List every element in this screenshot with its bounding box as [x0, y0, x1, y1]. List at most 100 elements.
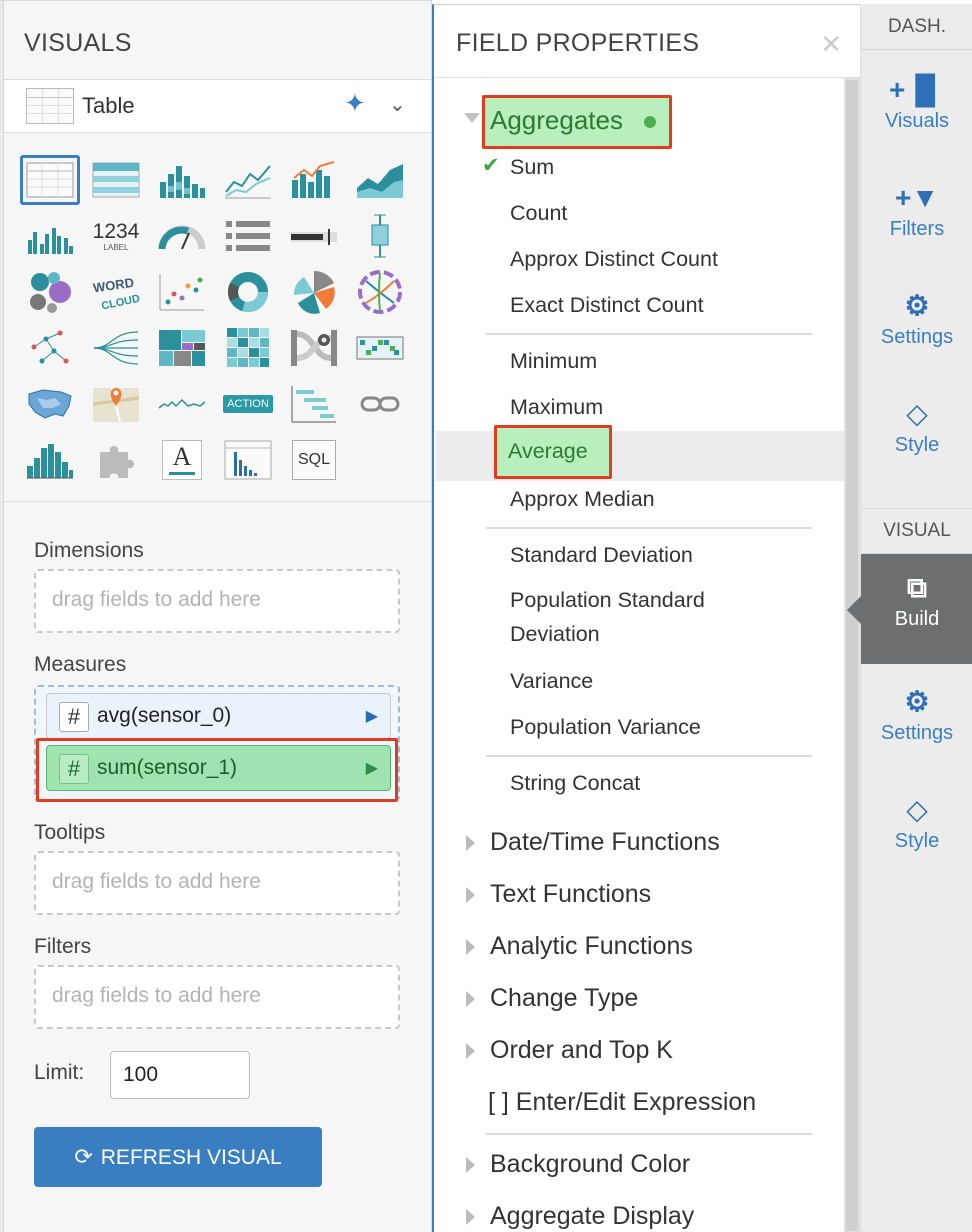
- combo-bar-line-icon[interactable]: [284, 155, 344, 205]
- aggregate-standard-deviation[interactable]: Standard Deviation: [510, 543, 693, 568]
- dimensions-dropzone[interactable]: drag fields to add here: [34, 569, 400, 633]
- extension-puzzle-icon[interactable]: [86, 435, 146, 485]
- aggregate-variance[interactable]: Variance: [510, 669, 593, 694]
- scatter-icon[interactable]: [152, 267, 212, 317]
- category-datetime-functions[interactable]: Date/Time Functions: [490, 828, 720, 857]
- list-icon[interactable]: [218, 211, 278, 261]
- category-change-type[interactable]: Change Type: [490, 984, 638, 1013]
- caret-right-icon[interactable]: [466, 1043, 475, 1059]
- boxplot-icon[interactable]: [350, 211, 410, 261]
- dendrogram-icon[interactable]: [86, 323, 146, 373]
- right-rail: DASH. +▐▌ Visuals +▼ Filters ⚙ Settings …: [847, 4, 972, 1232]
- close-icon[interactable]: ✕: [820, 29, 842, 60]
- aggregate-population-standard-deviation[interactable]: Population Standard Deviation: [510, 583, 770, 651]
- interactive-map-icon[interactable]: [86, 379, 146, 429]
- active-notch: [847, 596, 861, 624]
- table-histogram-icon[interactable]: [218, 435, 278, 485]
- visual-header: VISUAL: [861, 508, 972, 554]
- annotation-highlight-aggregates: [482, 95, 672, 149]
- checkmark-icon: ✔: [482, 154, 500, 177]
- refresh-visual-label: REFRESH VISUAL: [100, 1146, 282, 1169]
- donut-icon[interactable]: [218, 267, 278, 317]
- enter-edit-expression[interactable]: [ ] Enter/Edit Expression: [488, 1088, 756, 1117]
- map-icon[interactable]: [20, 379, 80, 429]
- table-visual-icon[interactable]: [20, 155, 80, 205]
- rich-text-icon[interactable]: A: [152, 435, 212, 485]
- tooltips-dropzone[interactable]: drag fields to add here: [34, 851, 400, 915]
- visual-type-selector[interactable]: Table ✦ ⌄: [4, 79, 431, 133]
- visuals-title: VISUALS: [24, 29, 132, 57]
- aggregate-count[interactable]: Count: [510, 201, 567, 226]
- rail-label: Visuals: [884, 110, 950, 132]
- area-chart-icon[interactable]: [350, 155, 410, 205]
- category-analytic-functions[interactable]: Analytic Functions: [490, 932, 693, 961]
- network-icon[interactable]: [20, 323, 80, 373]
- caret-right-icon[interactable]: [466, 991, 475, 1007]
- category-aggregate-display[interactable]: Aggregate Display: [490, 1202, 694, 1231]
- category-order-and-top-k[interactable]: Order and Top K: [490, 1036, 673, 1065]
- packed-bubbles-icon[interactable]: [20, 267, 80, 317]
- category-text-functions[interactable]: Text Functions: [490, 880, 651, 909]
- kpi-icon[interactable]: 1234 LABEL: [86, 211, 146, 261]
- divider: [486, 1133, 812, 1135]
- aggregate-exact-distinct-count[interactable]: Exact Distinct Count: [510, 293, 704, 318]
- aggregate-sum[interactable]: Sum: [510, 155, 554, 180]
- rich-text-icon-letter: A: [172, 442, 192, 471]
- aggregate-approx-distinct-count[interactable]: Approx Distinct Count: [510, 247, 718, 272]
- scrollbar-thumb[interactable]: [846, 80, 858, 1231]
- sankey-icon[interactable]: [284, 323, 344, 373]
- table-icon: [26, 88, 74, 124]
- kpi-icon-label: LABEL: [103, 242, 129, 252]
- calendar-heatmap-icon[interactable]: [350, 323, 410, 373]
- expand-arrow-icon[interactable]: ▶: [366, 706, 378, 726]
- gauge-icon[interactable]: [152, 211, 212, 261]
- sparkle-icon[interactable]: ✦: [344, 88, 366, 119]
- action-icon[interactable]: ACTION: [218, 379, 278, 429]
- rail-dash-visuals[interactable]: +▐▌ Visuals: [861, 66, 972, 166]
- limit-input[interactable]: 100: [110, 1051, 250, 1099]
- sql-icon[interactable]: SQL: [284, 435, 344, 485]
- cross-tab-icon[interactable]: [86, 155, 146, 205]
- rail-dash-style[interactable]: ◇ Style: [861, 390, 972, 490]
- aggregate-maximum[interactable]: Maximum: [510, 395, 603, 420]
- aggregate-string-concat[interactable]: String Concat: [510, 771, 640, 796]
- chevron-down-icon[interactable]: ⌄: [389, 92, 406, 117]
- gears-icon: ⚙: [904, 686, 930, 717]
- rail-visual-style[interactable]: ◇ Style: [861, 786, 972, 886]
- caret-right-icon[interactable]: [466, 835, 475, 851]
- cubes-icon: ⧉: [907, 572, 927, 603]
- line-chart-icon[interactable]: [218, 155, 278, 205]
- refresh-visual-button[interactable]: ⟳ REFRESH VISUAL: [34, 1127, 322, 1187]
- rail-visual-build[interactable]: ⧉ Build: [847, 554, 972, 664]
- caret-down-icon[interactable]: [464, 113, 480, 123]
- caret-right-icon[interactable]: [466, 1209, 475, 1225]
- caret-right-icon[interactable]: [466, 887, 475, 903]
- aggregate-approx-median[interactable]: Approx Median: [510, 487, 655, 512]
- rail-dash-settings[interactable]: ⚙ Settings: [861, 282, 972, 382]
- stacked-bar-icon[interactable]: [152, 155, 212, 205]
- rail-dash-filters[interactable]: +▼ Filters: [861, 174, 972, 274]
- measure-name: avg(sensor_0): [97, 704, 232, 727]
- link-icon[interactable]: [350, 379, 410, 429]
- category-background-color[interactable]: Background Color: [490, 1150, 690, 1179]
- aggregate-population-variance[interactable]: Population Variance: [510, 715, 701, 740]
- timeline-icon[interactable]: [284, 379, 344, 429]
- measure-pill-avg-sensor-0[interactable]: # avg(sensor_0) ▶: [46, 693, 391, 739]
- heatmap-icon[interactable]: [218, 323, 278, 373]
- grouped-bar-icon[interactable]: [20, 211, 80, 261]
- sparkline-icon[interactable]: [152, 379, 212, 429]
- chord-icon[interactable]: [350, 267, 410, 317]
- word-cloud-icon[interactable]: WORD CLOUD: [86, 267, 146, 317]
- filters-dropzone[interactable]: drag fields to add here: [34, 965, 400, 1029]
- caret-right-icon[interactable]: [466, 939, 475, 955]
- aggregate-minimum[interactable]: Minimum: [510, 349, 597, 374]
- treemap-icon[interactable]: [152, 323, 212, 373]
- caret-right-icon[interactable]: [466, 1157, 475, 1173]
- bullet-chart-icon[interactable]: [284, 211, 344, 261]
- scrollbar[interactable]: [844, 78, 860, 1232]
- radial-icon[interactable]: [284, 267, 344, 317]
- svg-text:CLOUD: CLOUD: [100, 293, 141, 312]
- rail-visual-settings[interactable]: ⚙ Settings: [861, 678, 972, 778]
- histogram-icon[interactable]: [20, 435, 80, 485]
- field-properties-panel: FIELD PROPERTIES ✕ Aggregates ✔ Sum Coun…: [432, 4, 862, 1232]
